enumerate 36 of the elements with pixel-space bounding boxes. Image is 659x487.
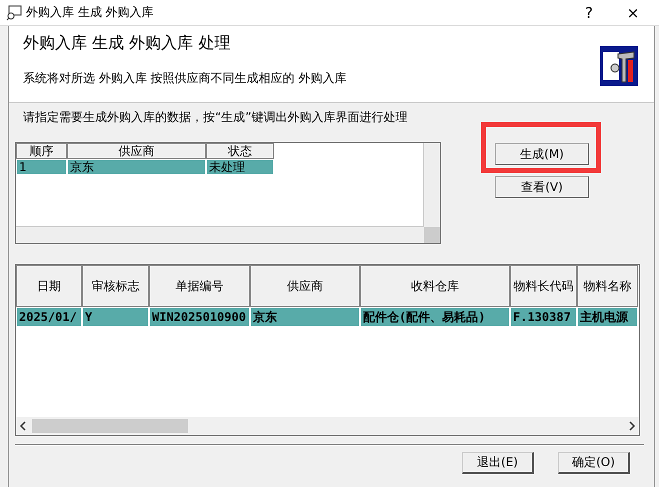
instruction-text: 请指定需要生成外购入库的数据，按“生成”键调出外购入库界面进行处理 <box>22 109 408 126</box>
table-cell: 京东 <box>67 159 206 175</box>
scroll-left-icon[interactable] <box>19 421 27 431</box>
scrollbar-corner <box>424 227 440 243</box>
close-button[interactable]: × <box>613 4 653 22</box>
column-header[interactable]: 日期 <box>16 265 82 307</box>
scroll-right-icon[interactable] <box>628 421 636 431</box>
dialog-description: 系统将对所选 外购入库 按照供应商不同生成相应的 外购入库 <box>23 70 348 87</box>
table-cell: F.130387 <box>510 307 577 327</box>
tools-icon <box>600 46 638 86</box>
table-cell: 主机电源 <box>577 307 638 327</box>
table-cell: 京东 <box>250 307 360 327</box>
exit-button[interactable]: 退出(E) <box>462 452 534 474</box>
column-header[interactable]: 供应商 <box>67 143 206 159</box>
vertical-scrollbar[interactable] <box>423 143 440 227</box>
table-cell: 2025/01/ <box>16 307 82 327</box>
generate-button[interactable]: 生成(M) <box>495 143 589 165</box>
search-window-icon <box>6 4 22 20</box>
table-cell: 未处理 <box>206 159 274 175</box>
column-header[interactable]: 物料长代码 <box>510 265 577 307</box>
table-cell: Y <box>82 307 149 327</box>
column-header[interactable]: 顺序 <box>16 143 67 159</box>
help-button[interactable]: ? <box>569 4 609 22</box>
column-header[interactable]: 单据编号 <box>149 265 250 307</box>
confirm-button[interactable]: 确定(O) <box>558 452 630 474</box>
table-cell: 1 <box>16 159 67 175</box>
table-cell: 配件仓(配件、易耗品) <box>360 307 510 327</box>
column-header[interactable]: 状态 <box>206 143 274 159</box>
column-header[interactable]: 供应商 <box>250 265 360 307</box>
window-title: 外购入库 生成 外购入库 <box>26 4 155 21</box>
column-header[interactable]: 收料仓库 <box>360 265 510 307</box>
column-header[interactable]: 物料名称 <box>577 265 638 307</box>
view-button[interactable]: 查看(V) <box>495 176 589 198</box>
dialog-heading: 外购入库 生成 外购入库 处理 <box>23 33 232 54</box>
column-header[interactable]: 审核标志 <box>82 265 149 307</box>
table-cell: WIN2025010900 <box>149 307 250 327</box>
